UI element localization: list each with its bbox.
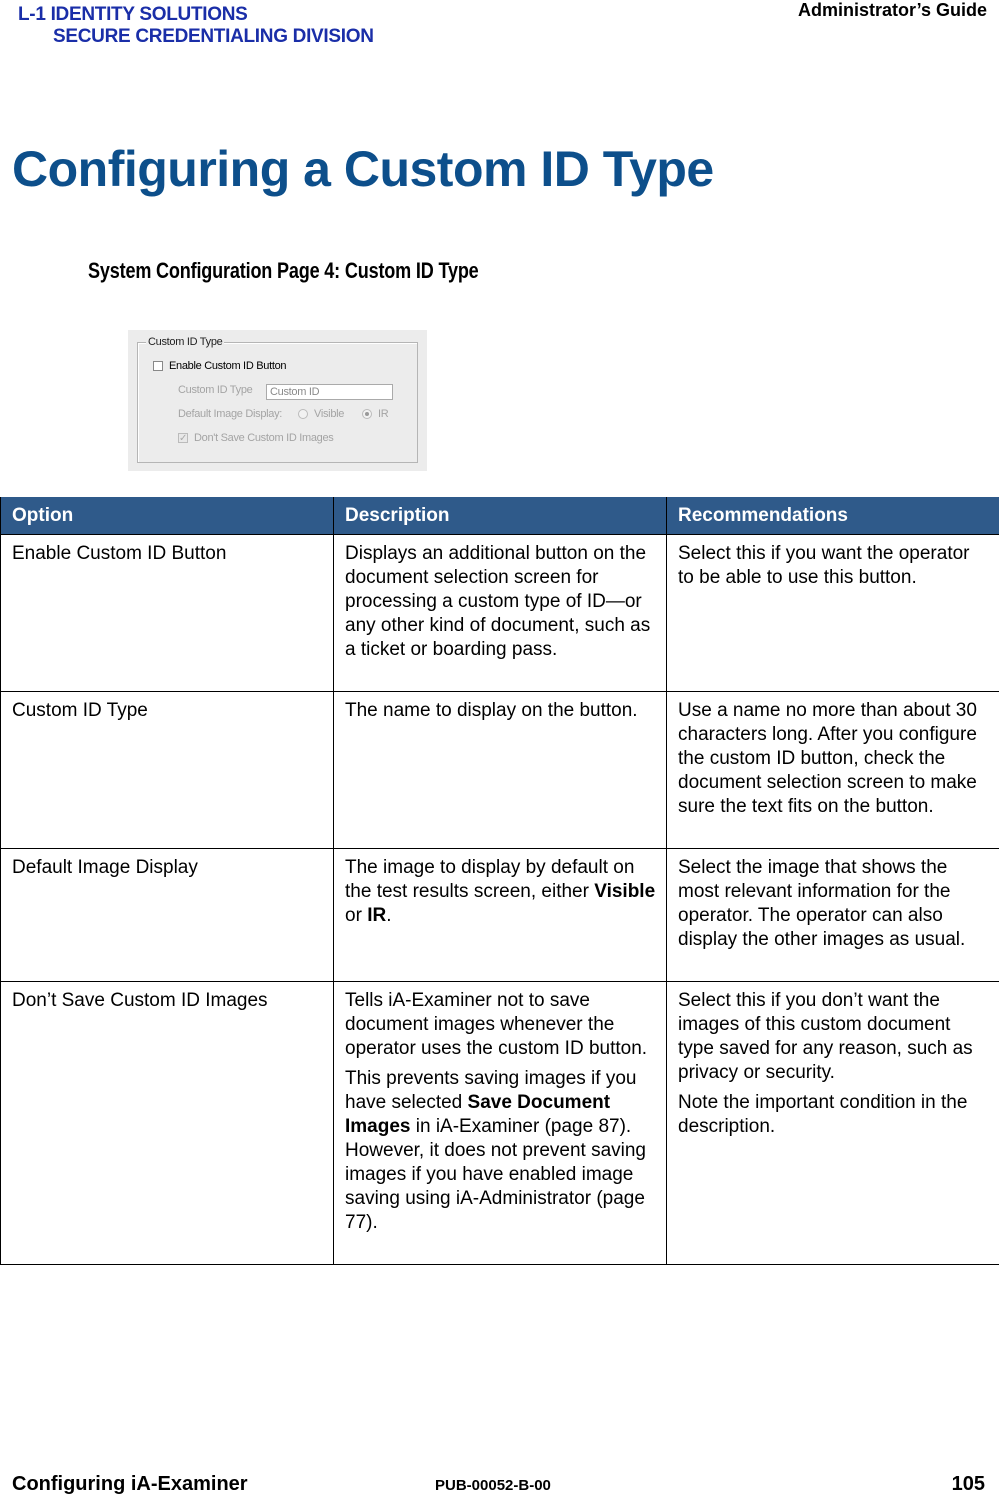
description-text-part: The image to display by default on the t… — [345, 857, 635, 902]
dont-save-images-row[interactable]: ✓ Don't Save Custom ID Images — [178, 432, 334, 444]
table-row: Default Image Display The image to displ… — [0, 848, 999, 982]
column-header-option: Option — [0, 497, 334, 535]
recommendations-text: Select the image that shows the most rel… — [678, 857, 966, 950]
recommendations-text: Note the important condition in the desc… — [678, 1092, 968, 1137]
logo-line-2: SECURE CREDENTIALING DIVISION — [53, 26, 374, 47]
enable-custom-id-label: Enable Custom ID Button — [169, 360, 287, 372]
recommendations-cell: Select the image that shows the most rel… — [666, 848, 999, 982]
footer-pub-number: PUB-00052-B-00 — [435, 1477, 551, 1494]
visible-option-term: Visible — [594, 881, 656, 902]
recommendations-cell: Use a name no more than about 30 charact… — [666, 691, 999, 849]
custom-id-type-groupbox: Custom ID Type Enable Custom ID Button C… — [137, 336, 418, 463]
company-logo: L-1 IDENTITY SOLUTIONS SECURE CREDENTIAL… — [18, 4, 374, 48]
default-image-display-label: Default Image Display: — [178, 408, 283, 420]
enable-custom-id-checkbox[interactable] — [153, 361, 163, 371]
custom-id-type-label: Custom ID Type — [178, 384, 253, 396]
description-text: The image to display by default on the t… — [345, 856, 656, 928]
custom-id-type-dialog-screenshot: Custom ID Type Enable Custom ID Button C… — [128, 330, 427, 471]
table-row: Enable Custom ID Button Displays an addi… — [0, 534, 999, 692]
logo-line-1: L-1 IDENTITY SOLUTIONS — [18, 4, 248, 25]
description-text: Displays an additional button on the doc… — [345, 543, 651, 660]
description-text: The name to display on the button. — [345, 700, 638, 721]
radio-visible-circle[interactable] — [298, 409, 308, 419]
guide-title: Administrator’s Guide — [797, 0, 987, 20]
recommendations-text: Select this if you want the operator to … — [678, 543, 970, 588]
description-text: This prevents saving images if you have … — [345, 1067, 656, 1235]
column-header-description: Description — [333, 497, 667, 535]
recommendations-cell: Select this if you want the operator to … — [666, 534, 999, 692]
page-title: Configuring a Custom ID Type — [12, 141, 714, 197]
recommendations-text: Select this if you don’t want the images… — [678, 990, 973, 1083]
description-text: Tells iA-Examiner not to save document i… — [345, 990, 648, 1059]
radio-ir-circle[interactable] — [362, 409, 372, 419]
description-cell: The image to display by default on the t… — [333, 848, 667, 982]
table-header-row: Option Description Recommendations — [0, 497, 999, 535]
option-cell: Default Image Display — [0, 848, 334, 982]
recommendations-text: Use a name no more than about 30 charact… — [678, 700, 977, 817]
radio-visible-label: Visible — [314, 408, 345, 420]
figure-caption: System Configuration Page 4: Custom ID T… — [88, 258, 479, 283]
recommendations-cell: Select this if you don’t want the images… — [666, 981, 999, 1265]
description-cell: The name to display on the button. — [333, 691, 667, 849]
description-cell: Tells iA-Examiner not to save document i… — [333, 981, 667, 1265]
groupbox-legend: Custom ID Type — [146, 336, 225, 348]
dont-save-images-label: Don't Save Custom ID Images — [194, 432, 334, 444]
option-cell: Enable Custom ID Button — [0, 534, 334, 692]
description-text-part: . — [386, 905, 392, 926]
options-table: Option Description Recommendations Enabl… — [0, 497, 999, 1265]
description-text-part: or — [345, 905, 368, 926]
enable-custom-id-row[interactable]: Enable Custom ID Button — [153, 360, 287, 372]
option-cell: Custom ID Type — [0, 691, 334, 849]
custom-id-type-field[interactable]: Custom ID — [266, 384, 393, 400]
radio-visible[interactable]: Visible — [298, 408, 344, 420]
table-row: Don’t Save Custom ID Images Tells iA-Exa… — [0, 981, 999, 1265]
table-row: Custom ID Type The name to display on th… — [0, 691, 999, 849]
footer-page-number: 105 — [951, 1473, 985, 1495]
column-header-recommendations: Recommendations — [666, 497, 999, 535]
ir-option-term: IR — [367, 905, 387, 926]
option-cell: Don’t Save Custom ID Images — [0, 981, 334, 1265]
radio-ir-label: IR — [378, 408, 389, 420]
dont-save-images-checkbox[interactable]: ✓ — [178, 433, 188, 444]
radio-ir[interactable]: IR — [362, 408, 389, 420]
footer-section-title: Configuring iA-Examiner — [12, 1473, 248, 1495]
description-cell: Displays an additional button on the doc… — [333, 534, 667, 692]
